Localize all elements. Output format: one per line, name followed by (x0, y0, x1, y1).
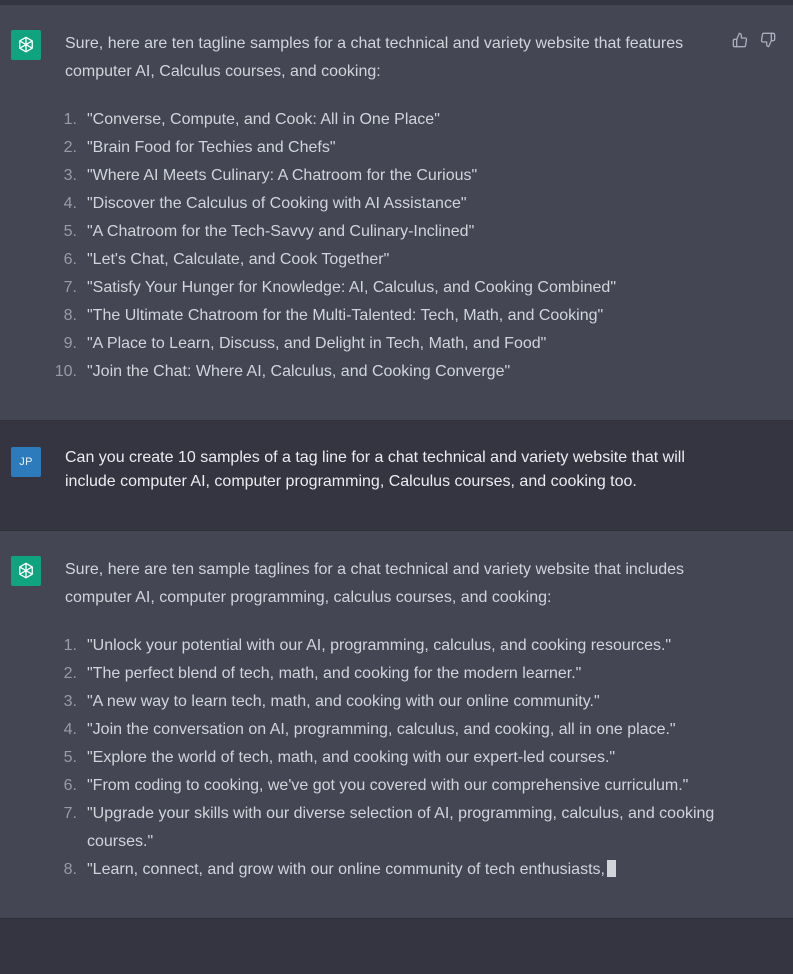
user-message: JP Can you create 10 samples of a tag li… (0, 421, 793, 531)
assistant-message-2-content: Sure, here are ten sample taglines for a… (63, 556, 715, 884)
list-item: 8. "The Ultimate Chatroom for the Multi-T… (63, 307, 604, 324)
list-item: 9. "A Place to Learn, Discuss, and Deligh… (63, 335, 547, 352)
thumbs-down-icon[interactable] (760, 31, 776, 49)
user-avatar: JP (11, 447, 41, 477)
list-item: 4. "Join the conversation on AI, programm… (63, 721, 676, 738)
list-item: 7. "Satisfy Your Hunger for Knowledge: AI… (63, 279, 616, 296)
list-item: 10. "Join the Chat: Where AI, Calculus, a… (54, 363, 511, 380)
list-item: 3. "Where AI Meets Culinary: A Chatroom f… (63, 167, 478, 184)
tagline-list: 1. "Unlock your potential with our AI, pr… (63, 632, 715, 884)
message-intro: Sure, here are ten sample taglines for a… (65, 561, 685, 606)
list-item: 5. "A Chatroom for the Tech-Savvy and Cul… (63, 223, 475, 240)
list-item: 1. "Unlock your potential with our AI, pr… (63, 637, 672, 654)
list-item: 4. "Discover the Calculus of Cooking with… (63, 195, 467, 212)
feedback-buttons (732, 31, 776, 49)
assistant-message-1: Sure, here are ten tagline samples for a… (0, 5, 793, 421)
list-item: 8. "Learn, connect, and grow with our onl… (64, 856, 715, 884)
list-item: 1. "Converse, Compute, and Cook: All in O… (63, 111, 440, 128)
list-item: 6. "From coding to cooking, we've got you… (63, 777, 689, 794)
openai-logo-icon (11, 30, 41, 60)
list-item: 2. "The perfect blend of tech, math, and … (63, 665, 582, 682)
thumbs-up-icon[interactable] (732, 31, 748, 49)
list-item: 6. "Let's Chat, Calculate, and Cook Toget… (63, 251, 390, 268)
openai-logo-icon (11, 556, 41, 586)
assistant-message-2: Sure, here are ten sample taglines for a… (0, 531, 793, 919)
assistant-message-1-content: Sure, here are ten tagline samples for a… (54, 30, 715, 386)
typing-cursor (606, 860, 616, 877)
tagline-list: 1. "Converse, Compute, and Cook: All in O… (54, 106, 715, 386)
list-item: 5. "Explore the world of tech, math, and … (63, 749, 616, 766)
bottom-area (0, 919, 793, 974)
list-item: 7. "Upgrade your skills with our diverse … (63, 805, 715, 850)
user-message-text: Can you create 10 samples of a tag line … (65, 449, 685, 490)
list-item: 3. "A new way to learn tech, math, and co… (63, 693, 600, 710)
message-intro: Sure, here are ten tagline samples for a… (65, 35, 684, 80)
list-item: 2. "Brain Food for Techies and Chefs" (63, 139, 336, 156)
